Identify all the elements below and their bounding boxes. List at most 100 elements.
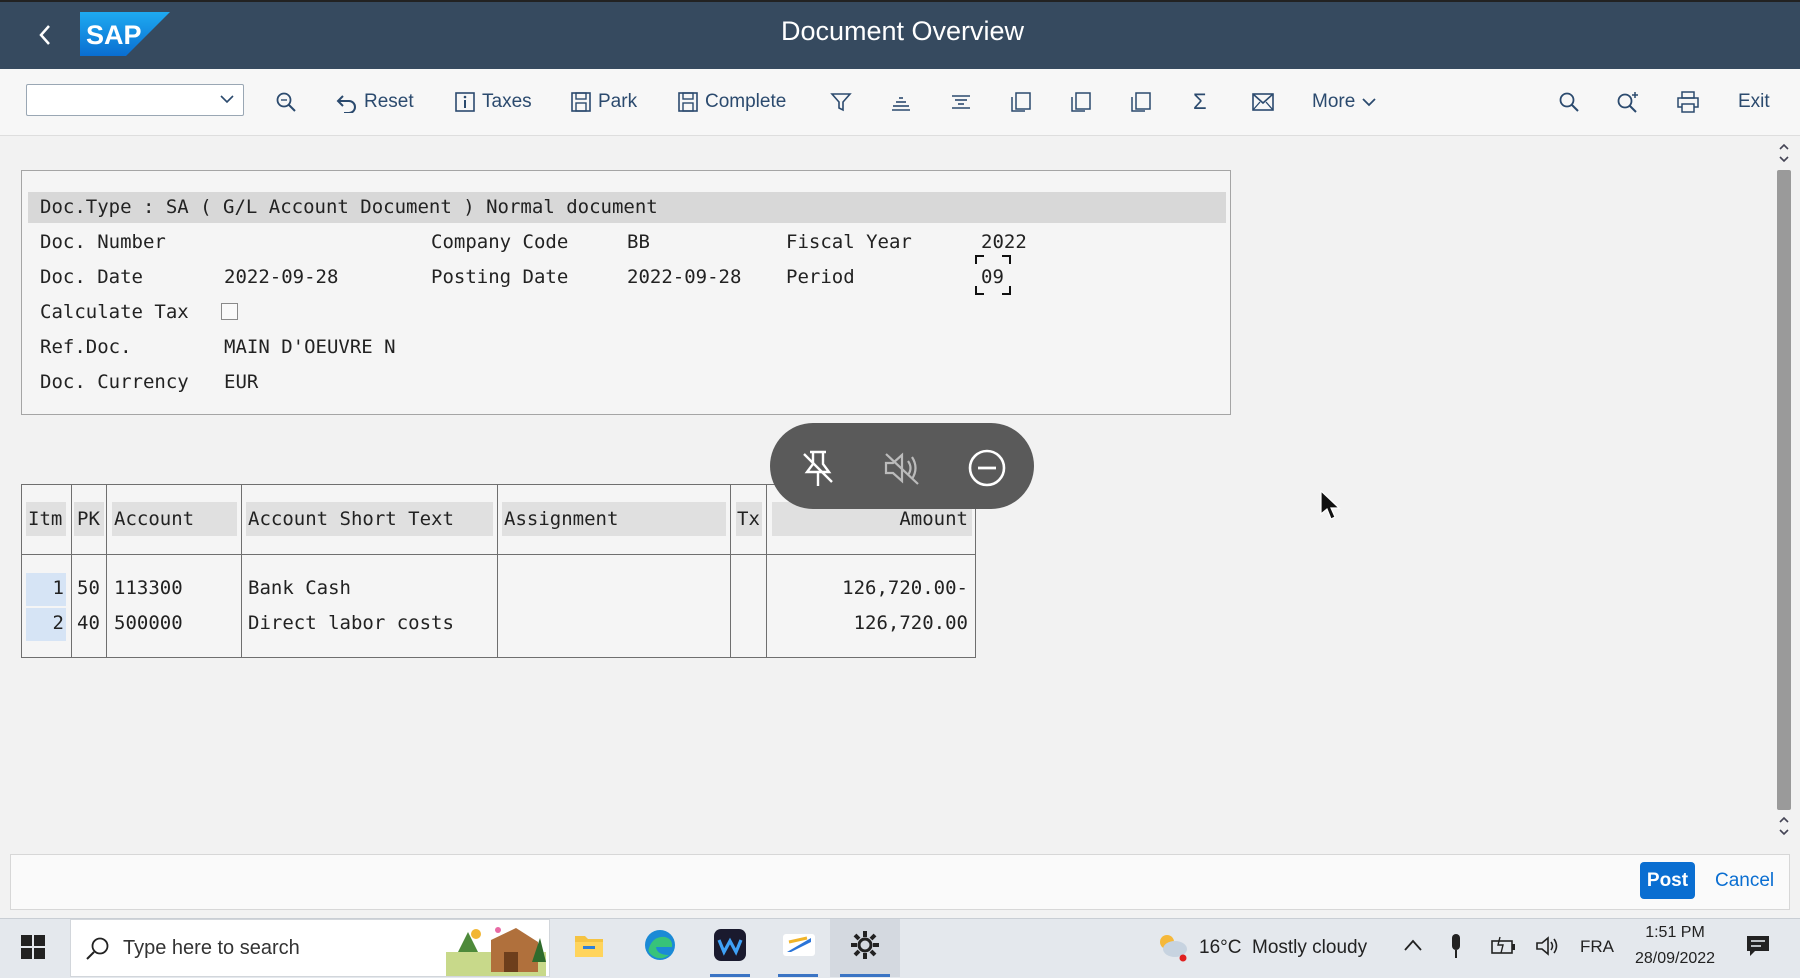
column-divider <box>730 484 731 658</box>
row-1-itm: 1 <box>52 577 64 599</box>
doc-currency-label: Doc. Currency <box>40 371 189 393</box>
copy-button[interactable] <box>1010 89 1032 115</box>
search-icon <box>86 937 109 960</box>
webex-icon[interactable] <box>713 928 747 962</box>
exit-label: Exit <box>1738 91 1770 112</box>
ref-doc-value: MAIN D'OEUVRE N <box>224 336 396 358</box>
footer-bar <box>10 854 1790 910</box>
active-app-indicator <box>778 974 818 977</box>
scroll-down-button[interactable] <box>1778 814 1790 840</box>
park-label: Park <box>598 91 638 112</box>
column-header-assignment[interactable]: Assignment <box>504 508 618 530</box>
sort-descending-button[interactable] <box>950 89 972 115</box>
doc-date-label: Doc. Date <box>40 266 143 288</box>
chevron-up-icon[interactable] <box>1403 938 1423 952</box>
calculate-tax-checkbox[interactable] <box>221 303 238 320</box>
battery-icon[interactable] <box>1490 935 1516 957</box>
column-header-short-text[interactable]: Account Short Text <box>248 508 454 530</box>
row-1-amount: 126,720.00- <box>842 577 968 599</box>
column-header-pk[interactable]: PK <box>77 508 100 530</box>
filter-button[interactable] <box>830 89 852 115</box>
cursor-brackets-icon <box>975 255 1011 295</box>
find-button[interactable] <box>1558 89 1580 115</box>
mail-icon <box>1252 93 1274 111</box>
page-title: Document Overview <box>780 16 1025 46</box>
taxes-button[interactable]: Taxes <box>454 89 532 115</box>
taskbar-search-box[interactable]: Type here to search <box>70 919 550 977</box>
post-button[interactable]: Post <box>1640 862 1695 899</box>
more-label: More <box>1312 91 1356 112</box>
scrollbar-thumb[interactable] <box>1777 170 1791 810</box>
cancel-button[interactable]: Cancel <box>1715 862 1775 899</box>
row-1-account[interactable]: 113300 <box>114 577 183 599</box>
duplicate-button[interactable] <box>1130 89 1152 115</box>
notifications-icon[interactable] <box>1745 933 1771 959</box>
zoom-icon <box>276 92 296 112</box>
file-explorer-icon[interactable] <box>573 930 605 960</box>
mute-icon[interactable] <box>882 448 922 488</box>
more-button[interactable]: More <box>1312 89 1377 115</box>
weather-cloudy-icon[interactable] <box>1155 930 1189 962</box>
settings-gear-icon[interactable] <box>850 930 880 960</box>
fiscal-year-label: Fiscal Year <box>786 231 912 253</box>
column-header-amount[interactable]: Amount <box>772 508 968 530</box>
mouse-pointer-icon <box>1320 490 1341 520</box>
weather-description[interactable]: Mostly cloudy <box>1252 937 1367 959</box>
info-box-icon <box>455 92 475 112</box>
unpin-icon[interactable] <box>798 448 838 488</box>
printer-icon <box>1677 91 1699 113</box>
sort-ascending-button[interactable] <box>890 89 912 115</box>
weather-temperature[interactable]: 16°C <box>1199 937 1241 959</box>
chevron-down-icon <box>220 95 234 104</box>
header-separator <box>21 554 976 555</box>
column-divider <box>766 484 767 658</box>
clock-time[interactable]: 1:51 PM <box>1630 924 1720 942</box>
send-mail-button[interactable] <box>1251 89 1275 115</box>
column-header-itm[interactable]: Itm <box>28 508 62 530</box>
fiscal-year-value: 2022 <box>981 231 1027 253</box>
row-1-short-text: Bank Cash <box>248 577 351 599</box>
column-header-tx[interactable]: Tx <box>737 508 760 530</box>
zoom-button[interactable] <box>275 89 297 115</box>
filter-icon <box>830 93 852 112</box>
column-header-account[interactable]: Account <box>114 508 194 530</box>
column-divider <box>106 484 107 658</box>
calculate-tax-label: Calculate Tax <box>40 301 189 323</box>
edge-browser-icon[interactable] <box>643 928 677 962</box>
row-2-short-text: Direct labor costs <box>248 612 454 634</box>
clock-date[interactable]: 28/09/2022 <box>1630 950 1720 968</box>
floating-control-bar <box>770 423 1034 509</box>
taxes-label: Taxes <box>482 91 532 112</box>
sum-button[interactable]: Σ <box>1193 89 1207 115</box>
minimize-icon[interactable] <box>967 448 1007 488</box>
complete-label: Complete <box>705 91 787 112</box>
scroll-up-button[interactable] <box>1778 141 1790 167</box>
chevron-down-icon <box>1779 816 1789 836</box>
input-language[interactable]: FRA <box>1580 937 1614 957</box>
find-next-button[interactable] <box>1616 89 1640 115</box>
save-icon <box>571 92 591 112</box>
command-field[interactable] <box>26 84 244 116</box>
chevron-left-icon <box>39 25 50 45</box>
doc-number-label: Doc. Number <box>40 231 166 253</box>
doc-type-line: Doc.Type : SA ( G/L Account Document ) N… <box>40 196 658 218</box>
row-2-itm: 2 <box>52 612 64 634</box>
print-button[interactable] <box>1676 89 1700 115</box>
copy-variant-button[interactable] <box>1070 89 1092 115</box>
complete-button[interactable]: Complete <box>677 89 786 115</box>
search-plus-icon <box>1617 92 1638 113</box>
windows-start-icon[interactable] <box>20 934 46 960</box>
volume-icon[interactable] <box>1535 935 1561 957</box>
microphone-icon[interactable] <box>1448 932 1464 960</box>
back-button[interactable] <box>30 18 60 52</box>
row-2-account[interactable]: 500000 <box>114 612 183 634</box>
sap-logon-icon[interactable] <box>781 928 817 962</box>
active-app-indicator <box>840 974 890 977</box>
exit-button[interactable]: Exit <box>1738 89 1770 115</box>
sap-logo[interactable]: SAP <box>80 12 170 56</box>
reset-button[interactable]: Reset <box>336 89 414 115</box>
posting-date-value: 2022-09-28 <box>627 266 742 288</box>
copy-icon <box>1011 92 1031 112</box>
doc-date-value: 2022-09-28 <box>224 266 339 288</box>
park-button[interactable]: Park <box>570 89 637 115</box>
